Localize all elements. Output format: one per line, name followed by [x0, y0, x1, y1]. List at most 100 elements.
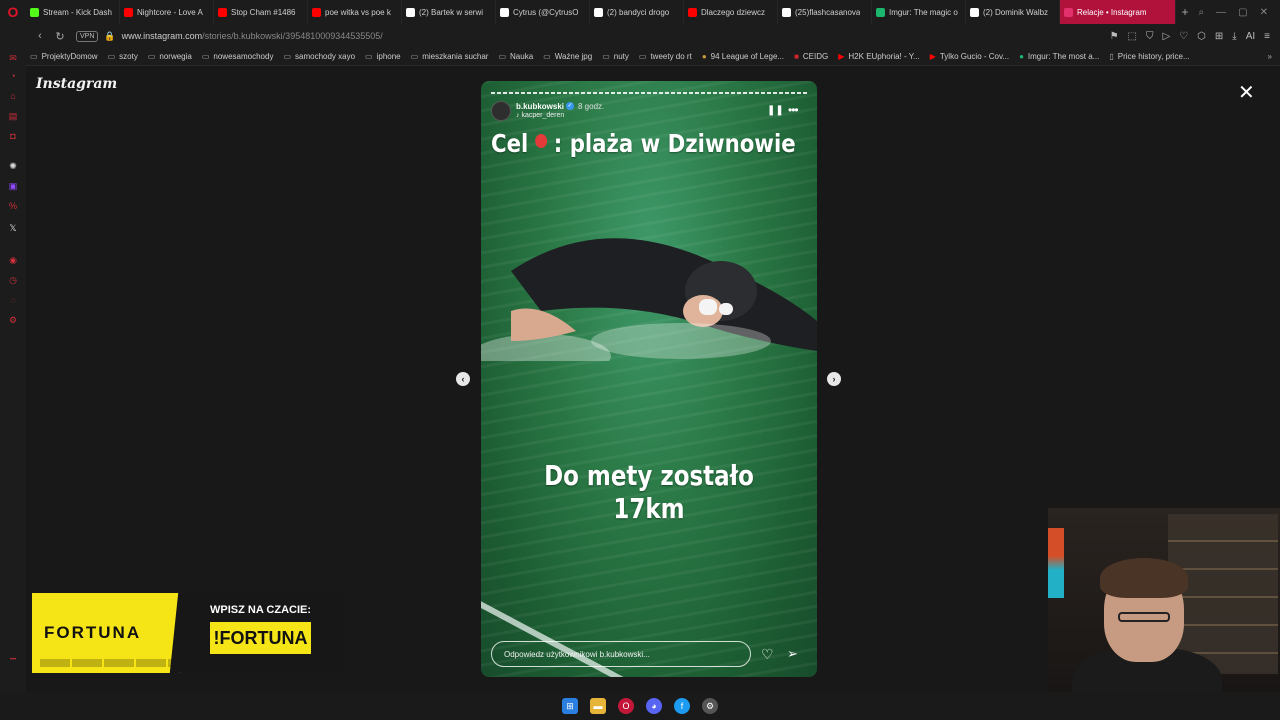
tab[interactable]: Cytrus (@CytrusO: [496, 0, 590, 24]
tabs: Stream - Kick Dash Nightcore - Love A Stop…: [26, 0, 1060, 24]
bookmarks-overflow-icon[interactable]: »: [1268, 52, 1280, 61]
bookmark-item[interactable]: ▭ Nauka: [498, 52, 533, 61]
sidebar-history-icon[interactable]: ◷: [7, 274, 19, 286]
sidebar-settings-icon[interactable]: ⚙: [7, 314, 19, 326]
sidebar-messenger-icon[interactable]: ▤: [7, 110, 19, 122]
wallet-icon[interactable]: ⊞: [1215, 31, 1223, 42]
snapshot-icon[interactable]: ⬚: [1128, 31, 1137, 42]
sidebar-chatgpt-icon[interactable]: ✺: [7, 160, 19, 172]
extensions-icon[interactable]: ⬡: [1197, 31, 1206, 42]
bookmark-item[interactable]: ● Imgur: The most a...: [1019, 52, 1099, 61]
story-viewer[interactable]: b.kubkowski ✓ 8 godz. ♪ kacper_deren ❚❚ …: [481, 81, 817, 677]
bookmark-item[interactable]: ▶ H2K EUphoria! - Y...: [838, 52, 919, 61]
sidebar-instagram-icon[interactable]: ◘: [7, 130, 19, 142]
sidebar-more-icon[interactable]: •••: [7, 654, 19, 666]
tab-label: Relacje • Instagram: [1077, 7, 1147, 17]
tab[interactable]: Imgur: The magic o: [872, 0, 966, 24]
bookmark-item[interactable]: ▭ iphone: [365, 52, 401, 61]
bookmark-item[interactable]: ▭ tweety do rt: [639, 52, 692, 61]
bookmark-item[interactable]: ▭ mieszkania suchar: [411, 52, 489, 61]
like-heart-icon[interactable]: ♡: [761, 646, 774, 663]
fortuna-fine-print: [40, 659, 174, 667]
lock-icon[interactable]: 🔒: [104, 31, 115, 42]
previous-story-button[interactable]: ‹: [456, 372, 470, 386]
opera-taskbar-icon[interactable]: O: [618, 698, 634, 714]
discord-icon[interactable]: ◕: [646, 698, 662, 714]
bookmark-item[interactable]: ▭ nuty: [602, 52, 629, 61]
ceidg-icon: ■: [794, 52, 799, 61]
tab-active[interactable]: Relacje • Instagram: [1060, 0, 1176, 24]
bookmark-label: Nauka: [510, 52, 534, 61]
bookmark-item[interactable]: ▭ Ważne jpg: [543, 52, 592, 61]
pause-icon[interactable]: ❚❚: [767, 105, 784, 116]
tab[interactable]: (2) Dominik Walbz: [966, 0, 1060, 24]
tab[interactable]: (2) bandyci drogo: [590, 0, 684, 24]
bookmark-item[interactable]: ▭ norwegia: [148, 52, 192, 61]
vpn-badge[interactable]: VPN: [76, 30, 99, 42]
close-story-button[interactable]: ✕: [1238, 80, 1255, 105]
bookmark-item[interactable]: ▭ szoty: [108, 52, 138, 61]
address-bar: ‹ ↻ VPN 🔒 www.instagram.com/stories/b.ku…: [0, 24, 1280, 48]
reply-input[interactable]: Odpowiedz użytkownikowi b.kubkowski...: [491, 641, 751, 667]
back-icon[interactable]: ‹: [30, 30, 50, 42]
new-tab-button[interactable]: +: [1176, 5, 1194, 19]
ai-button[interactable]: AI: [1246, 31, 1255, 42]
bookmark-item[interactable]: ▭ ProjektyDomow: [30, 52, 98, 61]
shield-icon[interactable]: ⛉: [1146, 31, 1154, 42]
settings-app-icon[interactable]: ⚙: [702, 698, 718, 714]
bookmark-item[interactable]: ■ CEIDG: [794, 52, 828, 61]
story-username[interactable]: b.kubkowski: [516, 102, 564, 111]
bookmark-label: Price history, price...: [1117, 52, 1190, 61]
tab[interactable]: (2) Bartek w serwi: [402, 0, 496, 24]
tab[interactable]: Stream - Kick Dash: [26, 0, 120, 24]
menu-icon[interactable]: ≡: [1264, 31, 1270, 42]
tab[interactable]: Nightcore - Love A: [120, 0, 214, 24]
bookmark-icon[interactable]: ⚑: [1110, 31, 1119, 42]
player-icon[interactable]: ▷: [1162, 31, 1170, 42]
tab-favicon-icon: [782, 7, 791, 17]
share-send-icon[interactable]: ➢: [787, 646, 798, 662]
sidebar-player-icon[interactable]: ◉: [7, 254, 19, 266]
tab[interactable]: Dlaczego dziewcz: [684, 0, 778, 24]
sidebar-twitch-icon[interactable]: ▣: [7, 180, 19, 192]
sidebar-mail-icon[interactable]: ✉: [7, 52, 19, 64]
search-tabs-icon[interactable]: ⌕: [1199, 7, 1205, 18]
caption-top-right: : plaża w Dziwnowie: [553, 129, 796, 158]
bookmark-item[interactable]: ▶ Tylko Gucio - Cov...: [930, 52, 1009, 61]
tab[interactable]: (25)flashcasanova: [778, 0, 872, 24]
more-options-icon[interactable]: •••: [788, 103, 799, 117]
file-explorer-icon[interactable]: ▬: [590, 698, 606, 714]
bookmark-item[interactable]: ▯ Price history, price...: [1109, 52, 1189, 61]
heart-icon[interactable]: ♡: [1179, 31, 1188, 42]
avatar[interactable]: [491, 101, 511, 121]
minimize-icon[interactable]: —: [1216, 7, 1226, 18]
bookmark-label: nuty: [613, 52, 629, 61]
sidebar-percent-icon[interactable]: %: [7, 200, 19, 212]
messenger-app-icon[interactable]: f: [674, 698, 690, 714]
maximize-icon[interactable]: ▢: [1238, 7, 1247, 18]
tab-label: poe witka vs poe k: [325, 7, 391, 17]
bookmark-item[interactable]: ▭ nowesamochody: [202, 52, 274, 61]
downloads-icon[interactable]: ⤓: [1232, 31, 1236, 42]
close-window-icon[interactable]: ✕: [1260, 7, 1268, 18]
reload-icon[interactable]: ↻: [50, 30, 70, 43]
sidebar-x-icon[interactable]: 𝕏: [7, 222, 19, 234]
music-label: kacper_deren: [521, 112, 565, 119]
sidebar-bag-icon[interactable]: ⌂: [7, 90, 19, 102]
url-field[interactable]: www.instagram.com/stories/b.kubkowski/39…: [122, 31, 383, 41]
next-story-button[interactable]: ›: [827, 372, 841, 386]
opera-logo-icon[interactable]: O: [0, 0, 26, 24]
tab[interactable]: Stop Cham #1486: [214, 0, 308, 24]
bookmark-item[interactable]: ▭ samochody xayo: [283, 52, 355, 61]
windows-start-icon[interactable]: ⊞: [562, 698, 578, 714]
tab[interactable]: poe witka vs poe k: [308, 0, 402, 24]
fortuna-command: !FORTUNA: [210, 622, 311, 654]
sidebar-news-icon[interactable]: ◔: [7, 70, 19, 82]
sidebar-chat-icon[interactable]: ◌: [7, 294, 19, 306]
tab-label: (2) Bartek w serwi: [419, 7, 484, 17]
bookmark-label: 94 League of Lege...: [710, 52, 785, 61]
story-music[interactable]: ♪ kacper_deren: [516, 112, 564, 119]
bookmark-item[interactable]: ● 94 League of Lege...: [702, 52, 784, 61]
streamer-glasses: [1118, 612, 1170, 622]
instagram-logo[interactable]: Instagram: [36, 76, 117, 92]
